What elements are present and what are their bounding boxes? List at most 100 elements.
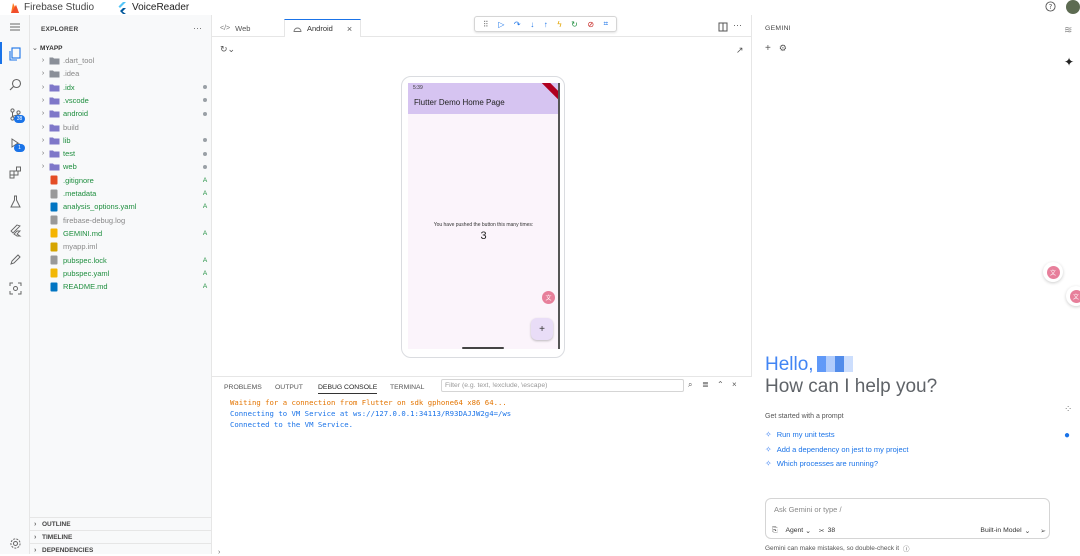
gear-icon[interactable]: ⚙ xyxy=(779,43,787,54)
project-selector[interactable]: VoiceReader xyxy=(117,1,189,14)
more-actions-icon[interactable]: ··· xyxy=(733,20,742,30)
tree-folder[interactable]: ›.idx xyxy=(38,81,210,94)
translate-float-button[interactable]: 文 xyxy=(1043,262,1063,282)
more-actions-icon[interactable]: ··· xyxy=(193,23,202,33)
translate-float-button[interactable]: 文 xyxy=(1066,286,1080,306)
prompt-suggestion[interactable]: ✧ Run my unit tests xyxy=(765,429,835,440)
grid-icon[interactable]: ⁘ xyxy=(1064,404,1072,415)
emulator-screen[interactable]: 5:39 Flutter Demo Home Page You have pus… xyxy=(408,83,559,349)
tree-folder[interactable]: ›web xyxy=(38,160,210,173)
help-icon[interactable]: ? xyxy=(1045,1,1056,12)
folder-icon xyxy=(48,56,60,66)
tab-terminal[interactable]: TERMINAL xyxy=(390,381,424,394)
tree-file[interactable]: .gitignoreA xyxy=(38,174,210,187)
new-chat-icon[interactable]: + xyxy=(765,43,771,54)
send-icon[interactable]: ➢ xyxy=(1040,527,1046,535)
flutter-icon[interactable] xyxy=(6,221,24,239)
chevron-right-icon: › xyxy=(38,163,48,170)
tree-file[interactable]: .metadataA xyxy=(38,187,210,200)
input-toolbar: ⎘ Agent ⌄ ✂ 38 Built-in Model ⌄ ➢ xyxy=(772,525,1046,536)
tab-android[interactable]: Android × xyxy=(284,19,361,37)
tree-folder[interactable]: ›.idea xyxy=(38,67,210,80)
brand-label: Firebase Studio xyxy=(24,2,94,13)
extensions-icon[interactable] xyxy=(6,163,24,181)
split-editor-icon[interactable] xyxy=(718,22,728,32)
continue-icon[interactable]: ▷ xyxy=(498,20,504,29)
tree-file[interactable]: GEMINI.mdA xyxy=(38,227,210,240)
restart-icon[interactable]: ↻ xyxy=(571,20,578,29)
inspect-icon[interactable] xyxy=(6,279,24,297)
tools-icon: ✂ xyxy=(819,527,825,535)
testing-flask-icon[interactable] xyxy=(6,192,24,210)
close-panel-icon[interactable]: × xyxy=(732,380,737,389)
tab-web[interactable]: </> Web xyxy=(212,19,258,37)
brand[interactable]: Firebase Studio xyxy=(10,1,94,14)
tree-folder[interactable]: ›lib xyxy=(38,134,210,147)
model-dropdown[interactable]: Built-in Model ⌄ xyxy=(980,527,1030,535)
activity-bar: 38 1 xyxy=(0,15,30,554)
agent-mode-dropdown[interactable]: Agent ⌄ xyxy=(785,527,810,535)
search-icon[interactable]: ⌕ xyxy=(688,380,692,390)
chevron-up-icon[interactable]: ⌃ xyxy=(717,380,724,389)
assistant-bubble-icon[interactable]: ● xyxy=(1064,430,1070,441)
console-line: Connecting to VM Service at ws://127.0.0… xyxy=(230,409,511,418)
app-title: Flutter Demo Home Page xyxy=(414,98,505,107)
gemini-input[interactable]: Ask Gemini or type / ⎘ Agent ⌄ ✂ 38 Buil… xyxy=(765,498,1050,539)
gear-icon[interactable] xyxy=(6,534,24,552)
stop-link-icon[interactable]: ⊘ xyxy=(587,20,594,29)
gemini-sparkle-icon[interactable]: ✦ xyxy=(1064,55,1074,69)
brand-strip-icon[interactable]: ≋ xyxy=(1064,25,1072,36)
tree-folder[interactable]: ›test xyxy=(38,147,210,160)
section-dependencies[interactable]: › DEPENDENCIES xyxy=(30,543,212,556)
section-outline[interactable]: › OUTLINE xyxy=(30,517,212,530)
avatar[interactable] xyxy=(1066,0,1080,14)
editor-area: </> Web Android × ··· ⠿ ▷ ↷ ↓ ↑ ϟ ↻ ⊘ ⌗ … xyxy=(212,15,752,554)
console-filter-input[interactable]: Filter (e.g. text, !exclude, \escape) xyxy=(441,379,684,392)
git-status-badge: A xyxy=(200,270,210,277)
tree-folder[interactable]: ›android xyxy=(38,107,210,120)
tree-folder[interactable]: ›build xyxy=(38,121,210,134)
tree-file[interactable]: pubspec.yamlA xyxy=(38,267,210,280)
reload-icon[interactable]: ↻⌄ xyxy=(220,44,235,55)
increment-button[interactable]: + xyxy=(531,318,553,340)
tree-folder[interactable]: ›.vscode xyxy=(38,94,210,107)
git-status-badge: A xyxy=(200,283,210,290)
pen-icon[interactable] xyxy=(6,250,24,268)
info-icon[interactable]: ⓘ xyxy=(903,543,910,553)
step-into-icon[interactable]: ↓ xyxy=(530,20,534,29)
translate-overlay-icon[interactable]: 文 xyxy=(542,291,555,304)
drag-handle-icon[interactable]: ⠿ xyxy=(483,20,489,29)
step-out-icon[interactable]: ↑ xyxy=(544,20,548,29)
tree-file[interactable]: pubspec.lockA xyxy=(38,254,210,267)
open-external-icon[interactable]: ↗ xyxy=(736,45,744,56)
attach-icon[interactable]: ⎘ xyxy=(772,527,777,535)
folder-icon xyxy=(48,162,60,172)
inspect-widget-icon[interactable]: ⌗ xyxy=(604,19,609,29)
close-icon[interactable]: × xyxy=(347,24,352,34)
menu-icon[interactable] xyxy=(6,18,24,36)
git-status-badge xyxy=(200,112,210,116)
explorer-root[interactable]: ⌄ MYAPP xyxy=(32,43,63,53)
tree-file[interactable]: firebase-debug.log xyxy=(38,214,210,227)
greeting-question: How can I help you? xyxy=(765,376,937,398)
tools-button[interactable]: ✂ 38 xyxy=(819,527,835,535)
tree-file[interactable]: README.mdA xyxy=(38,280,210,293)
tab-problems[interactable]: PROBLEMS xyxy=(224,381,262,394)
prompt-suggestion[interactable]: ✧ Which processes are running? xyxy=(765,458,878,469)
tree-file[interactable]: analysis_options.yamlA xyxy=(38,200,210,213)
hot-reload-icon[interactable]: ϟ xyxy=(557,20,561,29)
search-icon[interactable] xyxy=(6,75,24,93)
tab-debug-console[interactable]: DEBUG CONSOLE xyxy=(318,381,377,394)
explorer-files-icon[interactable] xyxy=(6,45,24,63)
tree-file[interactable]: myapp.iml xyxy=(38,240,210,253)
translate-icon: 文 xyxy=(1047,266,1060,279)
tab-output[interactable]: OUTPUT xyxy=(275,381,303,394)
home-indicator[interactable] xyxy=(462,347,504,349)
tree-folder[interactable]: ›.dart_tool xyxy=(38,54,210,67)
section-timeline[interactable]: › TIMELINE xyxy=(30,530,212,543)
chevron-right-icon[interactable]: › xyxy=(218,549,220,556)
list-filter-icon[interactable]: ≣ xyxy=(702,380,709,389)
prompt-suggestion[interactable]: ✧ Add a dependency on jest to my project xyxy=(765,444,908,455)
step-over-icon[interactable]: ↷ xyxy=(514,20,521,29)
folder-icon xyxy=(48,122,60,132)
